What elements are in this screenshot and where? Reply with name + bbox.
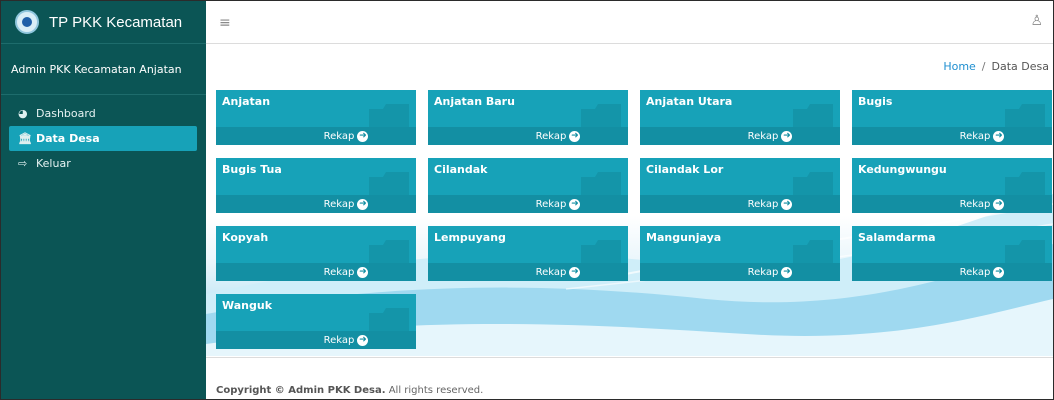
user-icon[interactable]: ♙	[1030, 13, 1043, 29]
village-card: Lempuyang Rekap ➜	[428, 226, 628, 281]
village-name: Anjatan Baru	[434, 95, 515, 108]
rekap-label: Rekap	[959, 198, 991, 210]
village-card-grid: Anjatan Rekap ➜ Anjatan Baru Rekap ➜ Anjat…	[216, 90, 1052, 349]
rekap-link[interactable]: Rekap ➜	[216, 263, 416, 281]
arrow-circle-right-icon: ➜	[569, 266, 581, 278]
rekap-label: Rekap	[959, 130, 991, 142]
village-card: Wanguk Rekap ➜	[216, 294, 416, 349]
village-card: Anjatan Rekap ➜	[216, 90, 416, 145]
village-name: Cilandak Lor	[646, 163, 724, 176]
landmark-icon: 🏛	[18, 132, 32, 145]
hamburger-icon[interactable]: ≡	[219, 15, 231, 31]
user-name[interactable]: Admin PKK Kecamatan Anjatan	[11, 63, 182, 76]
brand-title: TP PKK Kecamatan	[49, 13, 183, 31]
village-name: Lempuyang	[434, 231, 506, 244]
rekap-label: Rekap	[747, 130, 779, 142]
rekap-label: Rekap	[535, 266, 567, 278]
rekap-label: Rekap	[323, 266, 355, 278]
sidebar-item-keluar[interactable]: ⇨ Keluar	[9, 151, 197, 176]
village-name: Cilandak	[434, 163, 488, 176]
village-card: Anjatan Utara Rekap ➜	[640, 90, 840, 145]
arrow-circle-right-icon: ➜	[569, 198, 581, 210]
rekap-link[interactable]: Rekap ➜	[852, 263, 1052, 281]
rekap-link[interactable]: Rekap ➜	[428, 263, 628, 281]
rekap-link[interactable]: Rekap ➜	[428, 127, 628, 145]
app-window: TP PKK Kecamatan Admin PKK Kecamatan Anj…	[0, 0, 1054, 400]
village-name: Bugis	[858, 95, 893, 108]
arrow-circle-right-icon: ➜	[781, 130, 793, 142]
brand-link[interactable]: TP PKK Kecamatan	[1, 1, 206, 44]
copyright-suffix: All rights reserved.	[388, 385, 484, 396]
rekap-label: Rekap	[535, 130, 567, 142]
village-name: Bugis Tua	[222, 163, 282, 176]
sign-out-icon: ⇨	[18, 157, 28, 170]
topbar: ≡ ♙	[206, 1, 1053, 44]
copyright-owner: Admin PKK Desa.	[288, 385, 386, 396]
arrow-circle-right-icon: ➜	[357, 334, 369, 346]
sidebar-item-data-desa[interactable]: 🏛 Data Desa	[9, 126, 197, 151]
village-name: Kopyah	[222, 231, 269, 244]
arrow-circle-right-icon: ➜	[357, 266, 369, 278]
rekap-link[interactable]: Rekap ➜	[640, 127, 840, 145]
dashboard-icon: ◕	[18, 107, 28, 120]
village-name: Salamdarma	[858, 231, 936, 244]
village-card: Kedungwungu Rekap ➜	[852, 158, 1052, 213]
arrow-circle-right-icon: ➜	[357, 130, 369, 142]
breadcrumb: Home / Data Desa	[943, 60, 1049, 73]
brand-logo-icon	[15, 10, 39, 34]
village-card: Mangunjaya Rekap ➜	[640, 226, 840, 281]
rekap-label: Rekap	[959, 266, 991, 278]
sidebar-item-label: Data Desa	[36, 132, 100, 145]
breadcrumb-current: Data Desa	[991, 60, 1049, 73]
rekap-link[interactable]: Rekap ➜	[428, 195, 628, 213]
sidebar-nav: ◕ Dashboard 🏛 Data Desa ⇨ Keluar	[1, 95, 206, 176]
copyright-text: Copyright © Admin PKK Desa. All rights r…	[216, 385, 483, 396]
rekap-label: Rekap	[323, 130, 355, 142]
village-card: Salamdarma Rekap ➜	[852, 226, 1052, 281]
rekap-link[interactable]: Rekap ➜	[852, 127, 1052, 145]
arrow-circle-right-icon: ➜	[781, 198, 793, 210]
arrow-circle-right-icon: ➜	[993, 198, 1005, 210]
arrow-circle-right-icon: ➜	[781, 266, 793, 278]
village-card: Bugis Rekap ➜	[852, 90, 1052, 145]
breadcrumb-home[interactable]: Home	[943, 60, 975, 73]
village-card: Kopyah Rekap ➜	[216, 226, 416, 281]
breadcrumb-separator: /	[981, 60, 986, 73]
village-card: Anjatan Baru Rekap ➜	[428, 90, 628, 145]
rekap-label: Rekap	[323, 334, 355, 346]
sidebar-item-label: Dashboard	[36, 107, 96, 120]
village-name: Kedungwungu	[858, 163, 947, 176]
main-content: Home / Data Desa Anjatan Rekap ➜ Anjatan Ba…	[206, 44, 1053, 356]
sidebar: TP PKK Kecamatan Admin PKK Kecamatan Anj…	[1, 1, 206, 399]
village-name: Wanguk	[222, 299, 273, 312]
rekap-link[interactable]: Rekap ➜	[640, 195, 840, 213]
rekap-link[interactable]: Rekap ➜	[640, 263, 840, 281]
page-footer: Copyright © Admin PKK Desa. All rights r…	[206, 357, 1053, 399]
arrow-circle-right-icon: ➜	[569, 130, 581, 142]
village-name: Anjatan	[222, 95, 271, 108]
rekap-label: Rekap	[747, 198, 779, 210]
village-card: Cilandak Rekap ➜	[428, 158, 628, 213]
arrow-circle-right-icon: ➜	[993, 266, 1005, 278]
rekap-link[interactable]: Rekap ➜	[852, 195, 1052, 213]
village-card: Cilandak Lor Rekap ➜	[640, 158, 840, 213]
arrow-circle-right-icon: ➜	[993, 130, 1005, 142]
village-name: Mangunjaya	[646, 231, 722, 244]
rekap-link[interactable]: Rekap ➜	[216, 195, 416, 213]
rekap-label: Rekap	[535, 198, 567, 210]
copyright-prefix: Copyright ©	[216, 385, 285, 396]
village-name: Anjatan Utara	[646, 95, 733, 108]
rekap-link[interactable]: Rekap ➜	[216, 127, 416, 145]
sidebar-item-label: Keluar	[36, 157, 71, 170]
village-card: Bugis Tua Rekap ➜	[216, 158, 416, 213]
rekap-label: Rekap	[747, 266, 779, 278]
rekap-label: Rekap	[323, 198, 355, 210]
user-panel: Admin PKK Kecamatan Anjatan	[1, 44, 206, 95]
sidebar-item-dashboard[interactable]: ◕ Dashboard	[9, 101, 197, 126]
rekap-link[interactable]: Rekap ➜	[216, 331, 416, 349]
arrow-circle-right-icon: ➜	[357, 198, 369, 210]
